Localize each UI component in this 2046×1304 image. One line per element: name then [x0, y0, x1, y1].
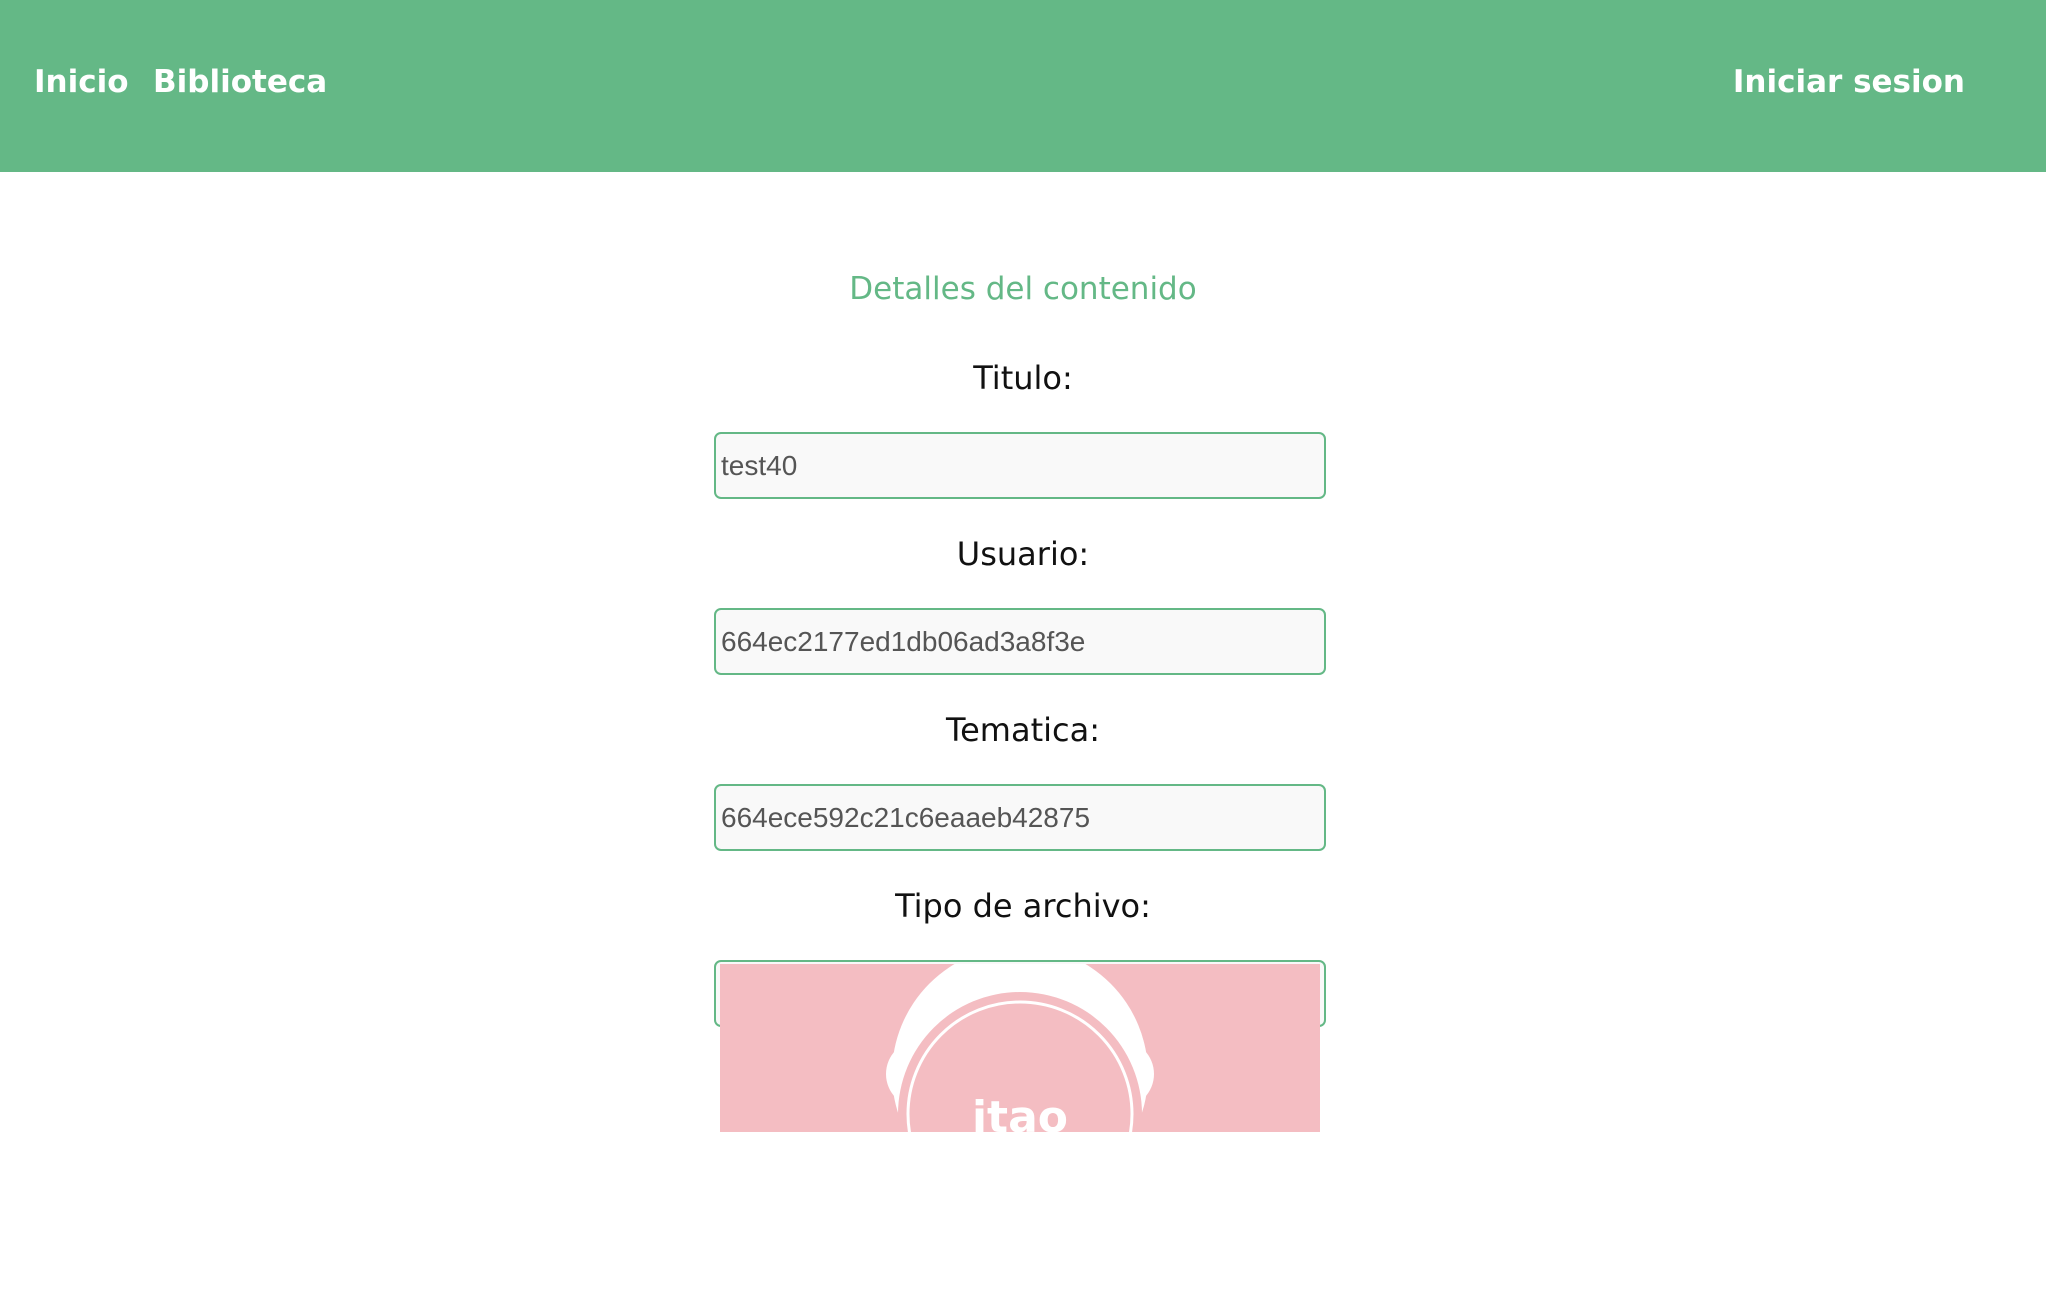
user-label: Usuario:: [956, 535, 1090, 573]
page-title: Detalles del contenido: [849, 271, 1197, 307]
theme-field[interactable]: [714, 784, 1326, 851]
badge-logo-graphic: itao: [886, 964, 1154, 1132]
nav-link-library[interactable]: Biblioteca: [153, 58, 327, 106]
nav-link-login[interactable]: Iniciar sesion: [1733, 58, 1965, 106]
nav-link-home[interactable]: Inicio: [34, 58, 129, 106]
file-type-label: Tipo de archivo:: [895, 887, 1151, 925]
user-field[interactable]: [714, 608, 1326, 675]
content-image-preview: itao: [720, 964, 1320, 1132]
content-details-page: Detalles del contenido Titulo: Usuario: …: [0, 172, 2046, 1304]
title-label: Titulo:: [973, 359, 1073, 397]
top-navbar: Inicio Biblioteca Iniciar sesion: [0, 0, 2046, 172]
theme-label: Tematica:: [946, 711, 1100, 749]
badge-logo-text: itao: [972, 1092, 1068, 1132]
title-field[interactable]: [714, 432, 1326, 499]
